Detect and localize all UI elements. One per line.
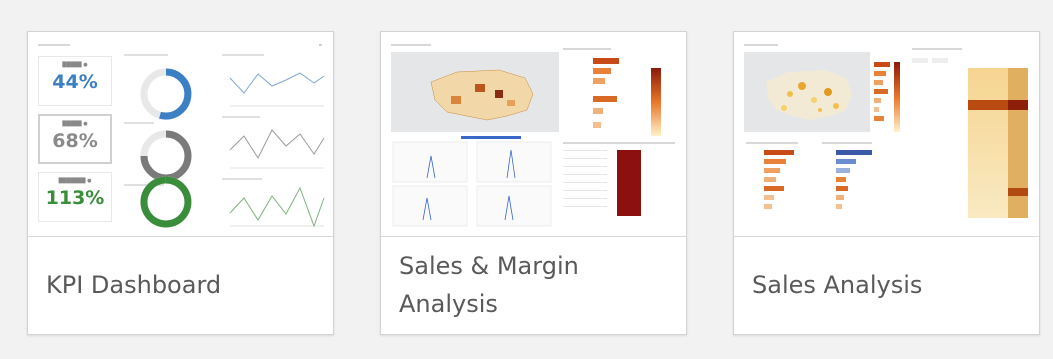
app-card-kpi-dashboard[interactable]: █████ ● 44% █████ ● 68% ███████ ● 113% K… (27, 31, 334, 335)
thumbnail-graphics (391, 44, 675, 227)
thumbnail-graphics (38, 44, 325, 228)
app-thumbnail (387, 38, 680, 232)
app-thumbnail (740, 38, 1033, 232)
thumbnail-graphics (744, 44, 1028, 218)
app-card-title: Sales & Margin Analysis (399, 252, 579, 318)
app-card-sales-margin-analysis[interactable]: Sales & Margin Analysis (380, 31, 687, 335)
app-card-title: Sales Analysis (752, 270, 923, 299)
app-thumbnail: █████ ● 44% █████ ● 68% ███████ ● 113% (34, 38, 327, 232)
app-card-title: KPI Dashboard (46, 270, 222, 299)
app-grid: █████ ● 44% █████ ● 68% ███████ ● 113% K… (0, 0, 1053, 359)
app-card-sales-analysis[interactable]: Sales Analysis (733, 31, 1040, 335)
